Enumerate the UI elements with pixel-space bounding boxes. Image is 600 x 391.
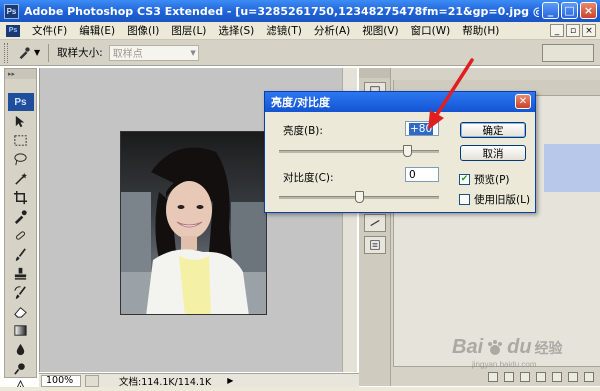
ps-menu-icon[interactable]: Ps bbox=[6, 24, 20, 37]
menu-layer[interactable]: 图层(L) bbox=[165, 23, 212, 38]
contrast-input[interactable]: 0 bbox=[405, 167, 439, 182]
sample-size-label: 取样大小: bbox=[57, 47, 103, 59]
layer-style-icon[interactable] bbox=[504, 371, 514, 382]
doc-close-button[interactable]: × bbox=[582, 24, 596, 37]
brightness-contrast-dialog: 亮度/对比度 ✕ 亮度(B): +80 对比度(C): 0 确定 取消 ✔ 预览… bbox=[264, 91, 536, 213]
watermark-brand: Bai bbox=[452, 336, 484, 358]
status-info-icon[interactable] bbox=[85, 374, 99, 387]
menu-edit[interactable]: 编辑(E) bbox=[73, 23, 121, 38]
dialog-close-button[interactable]: ✕ bbox=[515, 94, 531, 109]
sample-size-select[interactable]: 取样点 ▼ bbox=[108, 44, 199, 61]
maximize-button[interactable]: □ bbox=[561, 2, 578, 19]
document-window-controls: _ ▫ × bbox=[550, 24, 596, 37]
portrait-photo bbox=[121, 132, 266, 314]
paw-icon bbox=[488, 339, 503, 355]
crop-icon[interactable] bbox=[8, 189, 34, 206]
menu-file[interactable]: 文件(F) bbox=[26, 23, 73, 38]
new-layer-icon[interactable] bbox=[568, 371, 578, 382]
lasso-icon[interactable] bbox=[8, 151, 34, 168]
adjustment-layer-icon[interactable] bbox=[536, 371, 546, 382]
menu-analysis[interactable]: 分析(A) bbox=[308, 23, 356, 38]
close-button[interactable]: × bbox=[580, 2, 597, 19]
watermark-brand-suffix: du bbox=[507, 336, 532, 358]
document-image[interactable] bbox=[120, 131, 267, 315]
measurement-panel-icon[interactable] bbox=[363, 214, 386, 232]
options-bar: ▼ 取样大小: 取样点 ▼ bbox=[0, 40, 600, 66]
eyedropper-tool-icon[interactable] bbox=[8, 208, 34, 225]
menu-window[interactable]: 窗口(W) bbox=[405, 23, 457, 38]
notes-panel-icon[interactable] bbox=[363, 236, 386, 254]
menu-select[interactable]: 选择(S) bbox=[212, 23, 260, 38]
brush-icon[interactable] bbox=[8, 246, 34, 263]
panel-strip-grip[interactable] bbox=[359, 68, 390, 78]
menu-image[interactable]: 图像(I) bbox=[121, 23, 165, 38]
link-layers-icon[interactable] bbox=[488, 371, 498, 382]
toolbox: ▸▸ Ps bbox=[4, 68, 37, 391]
watermark-sub: 经验 bbox=[534, 340, 563, 357]
menu-help[interactable]: 帮助(H) bbox=[456, 23, 505, 38]
preview-checkbox-row[interactable]: ✔ 预览(P) bbox=[459, 172, 510, 187]
watermark-url: jingyan.baidu.com bbox=[472, 360, 537, 369]
layers-panel-footer bbox=[393, 366, 600, 386]
options-separator bbox=[48, 43, 50, 62]
doc-minimize-button[interactable]: _ bbox=[550, 24, 564, 37]
use-legacy-checkbox[interactable] bbox=[459, 194, 470, 205]
window-controls: _ □ × bbox=[542, 2, 597, 19]
workspace-button[interactable] bbox=[542, 44, 594, 62]
new-group-icon[interactable] bbox=[552, 371, 562, 382]
contrast-label: 对比度(C): bbox=[283, 172, 334, 184]
window-title: Adobe Photoshop CS3 Extended - [u=328526… bbox=[24, 5, 539, 18]
contrast-value: 0 bbox=[409, 168, 416, 181]
brightness-slider-thumb[interactable] bbox=[402, 145, 412, 157]
menu-filter[interactable]: 滤镜(T) bbox=[260, 23, 308, 38]
move-icon[interactable] bbox=[8, 113, 34, 130]
dodge-icon[interactable] bbox=[8, 360, 34, 377]
zoom-level-field[interactable]: 100% bbox=[41, 374, 81, 387]
marquee-icon[interactable] bbox=[8, 132, 34, 149]
legacy-checkbox-row[interactable]: 使用旧版(L) bbox=[459, 192, 530, 207]
blur-icon[interactable] bbox=[8, 341, 34, 358]
clone-stamp-icon[interactable] bbox=[8, 265, 34, 282]
trash-icon[interactable] bbox=[584, 371, 594, 382]
options-bar-grip[interactable] bbox=[4, 42, 8, 63]
sample-size-value: 取样点 bbox=[112, 49, 143, 60]
chevron-down-icon: ▼ bbox=[190, 48, 196, 57]
preview-label: 预览(P) bbox=[474, 174, 510, 186]
menu-view[interactable]: 视图(V) bbox=[356, 23, 404, 38]
minimize-button[interactable]: _ bbox=[542, 2, 559, 19]
brightness-label: 亮度(B): bbox=[283, 125, 323, 137]
dialog-titlebar[interactable]: 亮度/对比度 ✕ bbox=[265, 92, 535, 112]
dialog-title: 亮度/对比度 bbox=[271, 96, 331, 109]
use-legacy-label: 使用旧版(L) bbox=[474, 194, 531, 206]
eraser-icon[interactable] bbox=[8, 303, 34, 320]
layer-mask-icon[interactable] bbox=[520, 371, 530, 382]
toolbox-collapse-icon[interactable]: ▸▸ bbox=[5, 69, 36, 79]
doc-restore-button[interactable]: ▫ bbox=[566, 24, 580, 37]
annotation-arrow-icon bbox=[428, 58, 474, 130]
tool-preset-caret-icon[interactable]: ▼ bbox=[34, 48, 40, 57]
brightness-slider-track[interactable] bbox=[279, 150, 439, 153]
bottom-strip bbox=[0, 387, 600, 391]
status-menu-arrow-icon[interactable]: ▶ bbox=[227, 376, 233, 385]
contrast-slider-thumb[interactable] bbox=[354, 191, 364, 203]
ps-logo[interactable]: Ps bbox=[7, 93, 34, 111]
healing-brush-icon[interactable] bbox=[8, 227, 34, 244]
title-bar: Ps Adobe Photoshop CS3 Extended - [u=328… bbox=[0, 0, 600, 22]
baidu-watermark: Bai du 经验 bbox=[452, 336, 563, 359]
document-size-info: 文档:114.1K/114.1K bbox=[119, 376, 212, 388]
photoshop-app-icon: Ps bbox=[4, 3, 19, 19]
gradient-icon[interactable] bbox=[8, 322, 34, 339]
preview-checkbox[interactable]: ✔ bbox=[459, 174, 470, 185]
magic-wand-icon[interactable] bbox=[8, 170, 34, 187]
status-bar: 100% 文档:114.1K/114.1K ▶ bbox=[39, 373, 359, 388]
layer-row-selected[interactable] bbox=[544, 144, 600, 192]
menu-bar: Ps 文件(F) 编辑(E) 图像(I) 图层(L) 选择(S) 滤镜(T) 分… bbox=[0, 22, 600, 40]
eyedropper-icon[interactable] bbox=[16, 45, 32, 61]
cancel-button[interactable]: 取消 bbox=[460, 145, 526, 161]
history-brush-icon[interactable] bbox=[8, 284, 34, 301]
